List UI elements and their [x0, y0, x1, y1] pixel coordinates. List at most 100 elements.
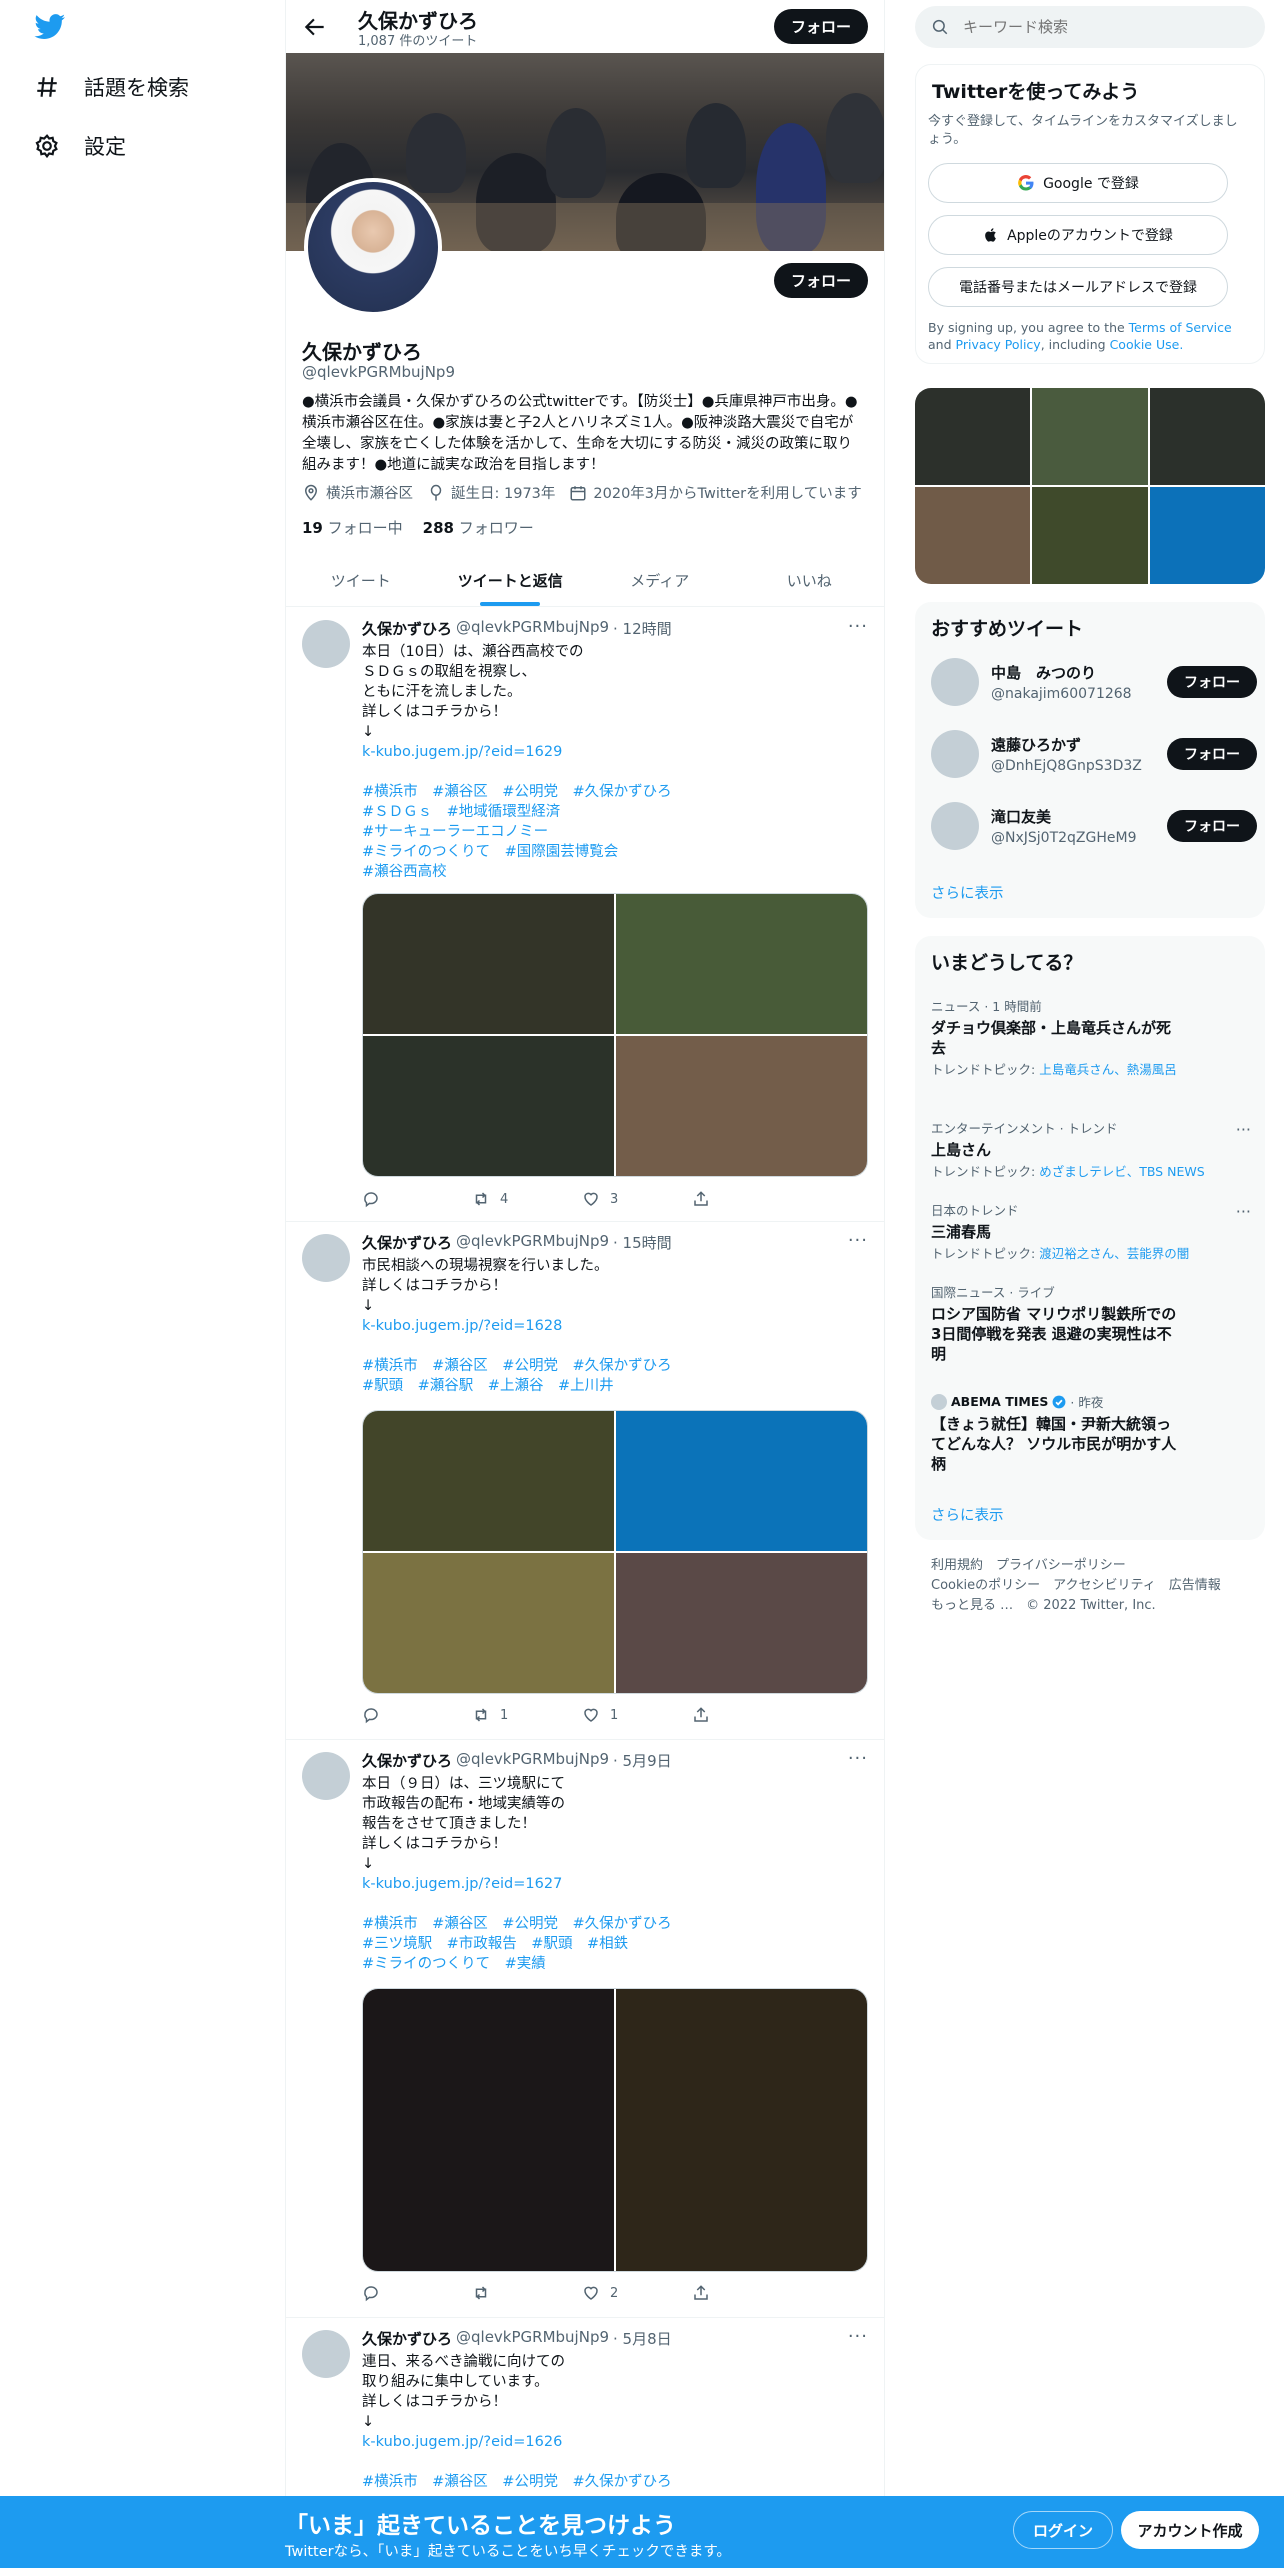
media-photo[interactable]	[616, 894, 867, 1034]
tweet-time[interactable]: · 5月8日	[613, 2328, 672, 2349]
media-thumb[interactable]	[1032, 388, 1148, 485]
media-photo[interactable]	[363, 1036, 614, 1176]
phone-email-signup-button[interactable]: 電話番号またはメールアドレスで登録	[928, 267, 1228, 307]
tweet-hashtags[interactable]: #横浜市 #瀬谷区 #公明党 #久保かずひろ #ＳＤＧｓ #地域循環型経済 #サ…	[362, 784, 672, 880]
terms-link[interactable]: Terms of Service	[1129, 320, 1232, 335]
tweet-hashtags[interactable]: #横浜市 #瀬谷区 #公明党 #久保かずひろ #三ツ境駅 #市政報告 #駅頭 #…	[362, 1916, 672, 1972]
tweet-avatar[interactable]	[302, 1752, 350, 1800]
twitter-logo-icon[interactable]	[34, 14, 66, 40]
trend-item[interactable]: 国際ニュース · ライブ ロシア国防省 マリウポリ製鉄所での3日間停戦を発表 退…	[931, 1282, 1251, 1364]
tweet-time[interactable]: · 5月9日	[613, 1750, 672, 1771]
tweet-link[interactable]: k-kubo.jugem.jp/?eid=1626	[362, 2434, 562, 2450]
tweet[interactable]: 久保かずひろ @qlevkPGRMbujNp9 · 15時間 ··· 市民相談への現…	[286, 1222, 884, 1740]
user-avatar[interactable]	[931, 658, 979, 706]
media-photo[interactable]	[363, 1989, 614, 2271]
media-thumb[interactable]	[1149, 388, 1265, 485]
privacy-link[interactable]: Privacy Policy	[956, 337, 1041, 352]
tweet-link[interactable]: k-kubo.jugem.jp/?eid=1629	[362, 744, 562, 760]
like-button[interactable]: 1	[582, 1706, 692, 1724]
more-options-icon[interactable]: ···	[1236, 1202, 1251, 1221]
tweet[interactable]: 久保かずひろ @qlevkPGRMbujNp9 · 12時間 ··· 本日（10日）…	[286, 608, 884, 1222]
recommend-user[interactable]: 滝口友美 @NxJSj0T2qZGHeM9 フォロー	[931, 802, 1257, 850]
tweet-link[interactable]: k-kubo.jugem.jp/?eid=1628	[362, 1318, 562, 1334]
media-photo[interactable]	[363, 1411, 614, 1551]
more-options-icon[interactable]: ···	[848, 616, 868, 637]
like-button[interactable]: 3	[582, 1190, 692, 1208]
retweet-button[interactable]	[472, 2284, 582, 2302]
trend-topic-links[interactable]: 上島竜兵さん、熱湯風呂	[1039, 1062, 1177, 1077]
tweet-media[interactable]	[362, 893, 868, 1177]
login-button[interactable]: ログイン	[1013, 2511, 1113, 2549]
back-arrow-icon[interactable]	[302, 14, 328, 40]
reply-button[interactable]	[362, 2284, 472, 2302]
media-photo[interactable]	[616, 1553, 867, 1693]
trend-item[interactable]: ニュース · 1 時間前 ダチョウ倶楽部・上島竜兵さんが死去 トレンドトピック:…	[931, 996, 1251, 1078]
footer-line-1[interactable]: 利用規約 プライバシーポリシー	[931, 1556, 1221, 1576]
header-follow-button[interactable]: フォロー	[774, 9, 868, 44]
tweet[interactable]: 久保かずひろ @qlevkPGRMbujNp9 · 5月9日 ··· 本日（９日）は…	[286, 1740, 884, 2318]
tweet-avatar[interactable]	[302, 2330, 350, 2378]
tab-likes[interactable]: いいね	[735, 555, 885, 606]
tweet-hashtags[interactable]: #横浜市 #瀬谷区 #公明党 #久保かずひろ	[362, 2474, 672, 2490]
following-link[interactable]: 19 フォロー中	[302, 517, 403, 538]
more-options-icon[interactable]: ···	[848, 1230, 868, 1251]
reply-button[interactable]	[362, 1706, 472, 1724]
more-options-icon[interactable]: ···	[848, 2326, 868, 2347]
more-options-icon[interactable]: ···	[1236, 1120, 1251, 1139]
media-thumb[interactable]	[1149, 487, 1265, 584]
nav-settings[interactable]: 設定	[34, 131, 126, 161]
google-signup-button[interactable]: Google で登録	[928, 163, 1228, 203]
more-options-icon[interactable]: ···	[848, 1748, 868, 1769]
trend-item[interactable]: エンターテインメント · トレンド ··· 上島さん トレンドトピック: めざま…	[931, 1118, 1251, 1180]
retweet-button[interactable]: 1	[472, 1706, 582, 1724]
retweet-button[interactable]: 4	[472, 1190, 582, 1208]
nav-explore[interactable]: 話題を検索	[34, 72, 189, 102]
tweet-avatar[interactable]	[302, 1234, 350, 1282]
share-button[interactable]	[692, 1706, 802, 1724]
tweet-media[interactable]	[362, 1988, 868, 2272]
tab-tweets[interactable]: ツイート	[286, 555, 436, 606]
tweet-author[interactable]: 久保かずひろ	[362, 618, 452, 639]
media-photo[interactable]	[363, 894, 614, 1034]
create-account-button[interactable]: アカウント作成	[1121, 2511, 1259, 2549]
tweet-hashtags[interactable]: #横浜市 #瀬谷区 #公明党 #久保かずひろ #駅頭 #瀬谷駅 #上瀬谷 #上川…	[362, 1358, 672, 1394]
tweet-author[interactable]: 久保かずひろ	[362, 1750, 452, 1771]
trend-topic-links[interactable]: めざましテレビ、TBS NEWS	[1039, 1164, 1204, 1179]
media-thumb[interactable]	[915, 388, 1031, 485]
reply-button[interactable]	[362, 1190, 472, 1208]
trend-item[interactable]: ABEMA TIMES · 昨夜 【きょう就任】韓国・尹新大統領ってどんな人？ …	[931, 1392, 1251, 1474]
follow-button[interactable]: フォロー	[1167, 738, 1257, 770]
tab-tweets-and-replies[interactable]: ツイートと返信	[436, 555, 586, 606]
recommend-show-more-link[interactable]: さらに表示	[931, 882, 1004, 903]
search-box[interactable]	[915, 6, 1265, 48]
search-input[interactable]	[963, 18, 1223, 36]
tweet-author[interactable]: 久保かずひろ	[362, 2328, 452, 2349]
profile-media-grid[interactable]	[915, 388, 1265, 584]
tweet-author[interactable]: 久保かずひろ	[362, 1232, 452, 1253]
media-photo[interactable]	[363, 1553, 614, 1693]
trend-topic-links[interactable]: 渡辺裕之さん、芸能界の闇	[1039, 1246, 1189, 1261]
tweet-avatar[interactable]	[302, 620, 350, 668]
trend-item[interactable]: 日本のトレンド ··· 三浦春馬 トレンドトピック: 渡辺裕之さん、芸能界の闇	[931, 1200, 1251, 1262]
profile-avatar[interactable]	[304, 178, 442, 316]
follow-button[interactable]: フォロー	[1167, 810, 1257, 842]
tweet-link[interactable]: k-kubo.jugem.jp/?eid=1627	[362, 1876, 562, 1892]
recommend-user[interactable]: 遠藤ひろかず @DnhEjQ8GnpS3D3Z フォロー	[931, 730, 1257, 778]
share-button[interactable]	[692, 1190, 802, 1208]
profile-follow-button[interactable]: フォロー	[774, 263, 868, 298]
media-photo[interactable]	[616, 1411, 867, 1551]
like-button[interactable]: 2	[582, 2284, 692, 2302]
user-avatar[interactable]	[931, 802, 979, 850]
user-avatar[interactable]	[931, 730, 979, 778]
media-thumb[interactable]	[915, 487, 1031, 584]
share-button[interactable]	[692, 2284, 802, 2302]
recommend-user[interactable]: 中島 みつのり @nakajim60071268 フォロー	[931, 658, 1257, 706]
tweet-time[interactable]: · 15時間	[613, 1232, 672, 1253]
followers-link[interactable]: 288 フォロワー	[423, 517, 534, 538]
tweet-media[interactable]	[362, 1410, 868, 1694]
cookie-link[interactable]: Cookie Use.	[1110, 337, 1184, 352]
tab-media[interactable]: メディア	[585, 555, 735, 606]
media-photo[interactable]	[616, 1036, 867, 1176]
apple-signup-button[interactable]: Appleのアカウントで登録	[928, 215, 1228, 255]
tweet-time[interactable]: · 12時間	[613, 618, 672, 639]
